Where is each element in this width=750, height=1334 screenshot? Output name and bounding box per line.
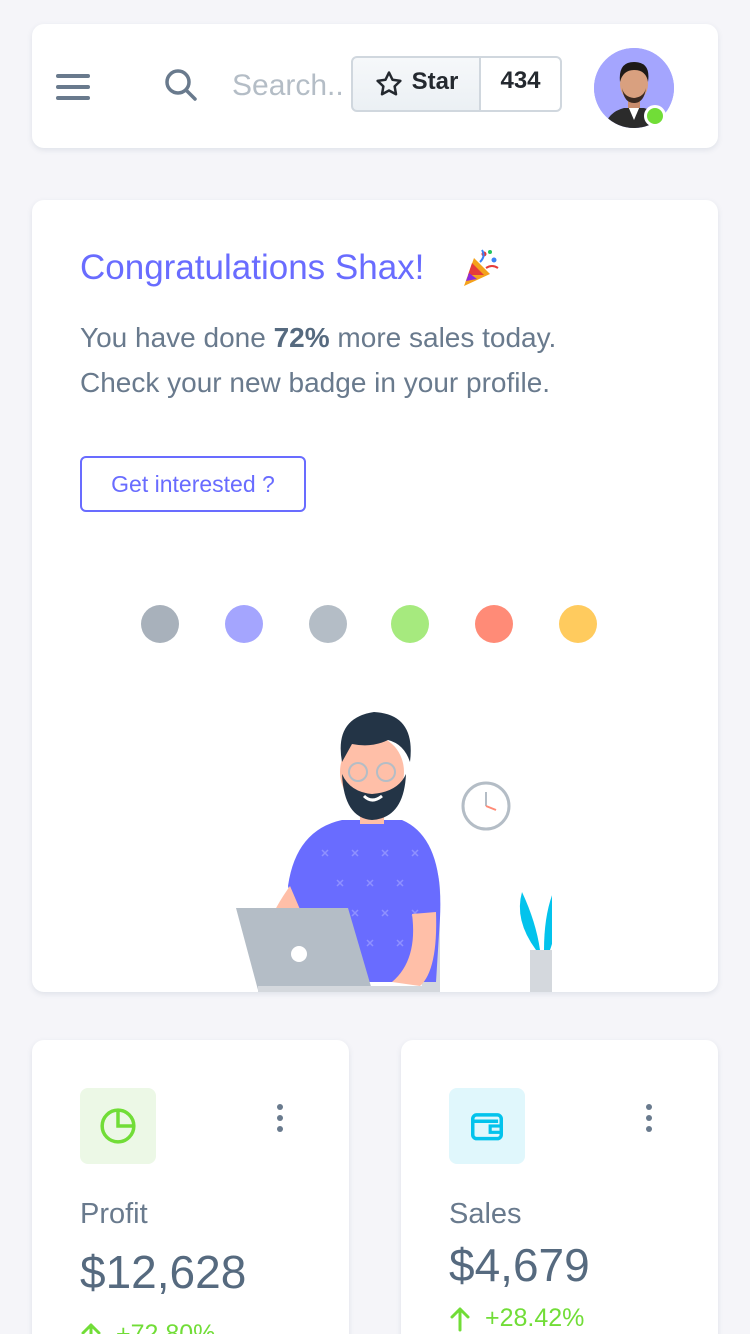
profit-options-icon[interactable] xyxy=(274,1104,286,1134)
search-input[interactable] xyxy=(204,50,342,122)
color-dot[interactable] xyxy=(309,605,347,643)
arrow-up-icon xyxy=(450,1307,470,1331)
get-interested-button[interactable]: Get interested ? xyxy=(80,456,306,512)
online-status-dot xyxy=(644,105,666,127)
profit-icon-badge xyxy=(80,1088,156,1164)
menu-icon[interactable] xyxy=(56,74,90,100)
stat-label: Sales xyxy=(449,1198,522,1230)
stat-value: $12,628 xyxy=(80,1246,247,1298)
congrats-message-line-1: You have done 72% more sales today. xyxy=(80,322,556,354)
congrats-title: Congratulations Shax! xyxy=(80,248,425,287)
star-label: Star xyxy=(411,68,459,95)
color-dots xyxy=(32,605,718,643)
github-star-button[interactable]: Star xyxy=(351,56,481,112)
arrow-up-icon xyxy=(81,1323,101,1334)
man-with-laptop-illustration xyxy=(236,712,552,992)
star-count-value: 434 xyxy=(500,67,541,94)
party-popper-icon xyxy=(464,249,499,286)
star-count[interactable]: 434 xyxy=(479,56,562,112)
stat-value: $4,679 xyxy=(449,1239,590,1291)
stat-change-value: +72.80% xyxy=(116,1320,216,1334)
stat-change: +72.80% xyxy=(80,1320,215,1334)
sales-card: Sales $4,679 +28.42% xyxy=(401,1040,718,1334)
color-dot[interactable] xyxy=(475,605,513,643)
congrats-message-line-2: Check your new badge in your profile. xyxy=(80,367,551,398)
color-dot[interactable] xyxy=(559,605,597,643)
color-dot[interactable] xyxy=(141,605,179,643)
pie-chart-icon xyxy=(100,1108,136,1144)
star-icon xyxy=(376,71,402,96)
color-dot[interactable] xyxy=(225,605,263,643)
profit-card: Profit $12,628 +72.80% xyxy=(32,1040,349,1334)
stat-change: +28.42% xyxy=(449,1304,584,1333)
congratulations-card: Congratulations Shax! You have done 72% … xyxy=(32,200,718,992)
sales-icon-badge xyxy=(449,1088,525,1164)
search-icon[interactable] xyxy=(164,68,198,102)
color-dot[interactable] xyxy=(391,605,429,643)
sales-options-icon[interactable] xyxy=(643,1104,655,1134)
stat-change-value: +28.42% xyxy=(485,1304,585,1332)
congrats-message-suffix: more sales today. xyxy=(329,322,557,353)
stat-label: Profit xyxy=(80,1198,148,1230)
wallet-icon xyxy=(471,1113,503,1141)
sales-percentage: 72% xyxy=(273,322,330,353)
congrats-message-prefix: You have done xyxy=(80,322,274,353)
